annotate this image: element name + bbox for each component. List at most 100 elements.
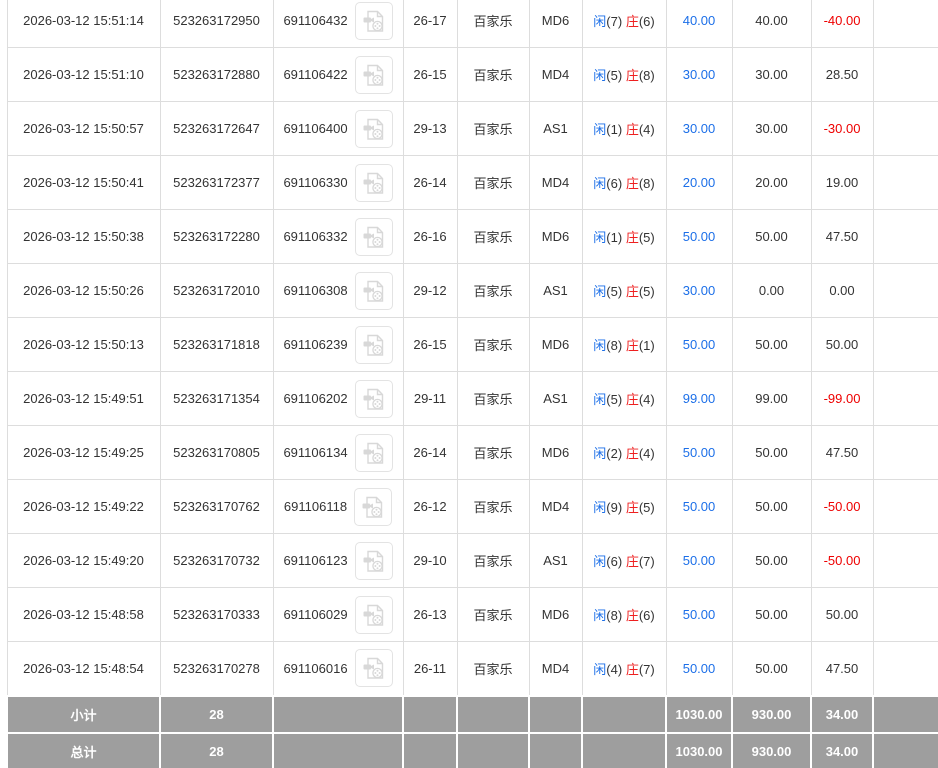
- table-row: 2026-03-12 15:49:20 523263170732 6911061…: [6, 533, 938, 588]
- banker-score: (7): [638, 661, 655, 677]
- valid-bet-cell[interactable]: 50.00: [665, 425, 733, 480]
- video-replay-button[interactable]: [354, 325, 393, 364]
- order-number-cell: 523263172377: [159, 155, 274, 210]
- video-replay-button[interactable]: [354, 271, 393, 310]
- round-cell: 26-17: [402, 0, 458, 48]
- video-replay-button[interactable]: [354, 649, 393, 688]
- valid-bet-cell[interactable]: 30.00: [665, 47, 733, 102]
- bet-time-cell: 2026-03-12 15:49:20: [6, 533, 161, 588]
- blank-cell: [872, 263, 938, 318]
- table-row: 2026-03-12 15:50:57 523263172647 6911064…: [6, 101, 938, 156]
- game-number: 691106118: [283, 499, 348, 514]
- player-label: 闲: [593, 338, 607, 353]
- player-score: (8): [606, 608, 623, 623]
- valid-bet-cell[interactable]: 30.00: [665, 101, 733, 156]
- win-loss-cell: -40.00: [810, 0, 874, 48]
- game-number: 691106332: [283, 229, 348, 244]
- result-cell: 闲(6) 庄(8): [581, 155, 667, 210]
- result-cell: 闲(8) 庄(1): [581, 317, 667, 372]
- video-record-icon: [360, 494, 386, 520]
- bet-amount-cell: 50.00: [731, 533, 812, 588]
- game-type-cell: 百家乐: [456, 209, 530, 264]
- bet-amount-cell: 50.00: [731, 317, 812, 372]
- valid-bet-cell[interactable]: 50.00: [665, 641, 733, 696]
- table-row: 2026-03-12 15:49:22 523263170762 6911061…: [6, 479, 938, 534]
- valid-bet-cell[interactable]: 30.00: [665, 263, 733, 318]
- video-replay-button[interactable]: [354, 163, 393, 202]
- blank-cell: [872, 101, 938, 156]
- table-row: 2026-03-12 15:50:13 523263171818 6911062…: [6, 317, 938, 372]
- bet-amount-cell: 30.00: [731, 47, 812, 102]
- video-replay-button[interactable]: [354, 433, 393, 472]
- game-type-cell: 百家乐: [456, 479, 530, 534]
- win-loss-cell: -50.00: [810, 479, 874, 534]
- bet-amount-cell: 20.00: [731, 155, 812, 210]
- game-number-cell: 691106202: [272, 371, 404, 426]
- win-loss-cell: 47.50: [810, 209, 874, 264]
- result-cell: 闲(1) 庄(4): [581, 101, 667, 156]
- game-type-cell: 百家乐: [456, 533, 530, 588]
- game-number-cell: 691106118: [272, 479, 404, 534]
- banker-score: (5): [638, 284, 655, 299]
- player-label: 闲: [593, 661, 607, 677]
- banker-score: (5): [638, 500, 655, 515]
- banker-label: 庄: [625, 338, 639, 353]
- valid-bet-cell[interactable]: 50.00: [665, 479, 733, 534]
- player-label: 闲: [593, 608, 607, 623]
- summary-win-loss: 34.00: [810, 731, 874, 768]
- video-replay-button[interactable]: [354, 487, 393, 526]
- table-body: 2026-03-12 15:51:14 523263172950 6911064…: [6, 0, 938, 696]
- round-cell: 26-16: [402, 209, 458, 264]
- bet-time-cell: 2026-03-12 15:50:38: [6, 209, 161, 264]
- video-replay-button[interactable]: [354, 1, 393, 40]
- player-label: 闲: [593, 284, 607, 299]
- player-score: (5): [606, 284, 623, 299]
- records-table-viewport: 2026-03-12 15:51:14 523263172950 6911064…: [0, 0, 938, 768]
- valid-bet-cell[interactable]: 20.00: [665, 155, 733, 210]
- summary-row: 小计 28 1030.00 930.00 34.00: [6, 694, 938, 734]
- video-replay-button[interactable]: [354, 379, 393, 418]
- result-cell: 闲(5) 庄(4): [581, 371, 667, 426]
- result-cell: 闲(9) 庄(5): [581, 479, 667, 534]
- valid-bet-cell[interactable]: 50.00: [665, 209, 733, 264]
- valid-bet-cell[interactable]: 40.00: [665, 0, 733, 48]
- valid-bet-cell[interactable]: 99.00: [665, 371, 733, 426]
- game-type-cell: 百家乐: [456, 425, 530, 480]
- summary-win-loss: 34.00: [810, 694, 874, 734]
- win-loss-cell: 50.00: [810, 317, 874, 372]
- player-label: 闲: [593, 176, 607, 191]
- bet-amount-cell: 50.00: [731, 587, 812, 642]
- game-type-cell: 百家乐: [456, 0, 530, 48]
- video-replay-button[interactable]: [354, 217, 393, 256]
- valid-bet-cell[interactable]: 50.00: [665, 587, 733, 642]
- banker-label: 庄: [625, 230, 639, 245]
- bet-time-cell: 2026-03-12 15:50:26: [6, 263, 161, 318]
- player-label: 闲: [593, 392, 607, 407]
- player-score: (5): [606, 68, 623, 83]
- summary-label: 总计: [6, 731, 161, 768]
- table-row: 2026-03-12 15:51:10 523263172880 6911064…: [6, 47, 938, 102]
- valid-bet-cell[interactable]: 50.00: [665, 317, 733, 372]
- table-code-cell: MD6: [528, 587, 583, 642]
- table-code-cell: MD4: [528, 479, 583, 534]
- order-number-cell: 523263170333: [159, 587, 274, 642]
- blank-cell: [872, 317, 938, 372]
- game-number-cell: 691106332: [272, 209, 404, 264]
- bet-amount-cell: 50.00: [731, 209, 812, 264]
- video-replay-button[interactable]: [354, 55, 393, 94]
- table-code-cell: AS1: [528, 101, 583, 156]
- game-type-cell: 百家乐: [456, 263, 530, 318]
- video-record-icon: [361, 278, 387, 304]
- video-replay-button[interactable]: [354, 595, 393, 634]
- player-label: 闲: [593, 122, 607, 137]
- banker-label: 庄: [625, 446, 639, 461]
- result-cell: 闲(2) 庄(4): [581, 425, 667, 480]
- game-number: 691106029: [283, 607, 348, 622]
- video-replay-button[interactable]: [354, 541, 393, 580]
- win-loss-cell: 19.00: [810, 155, 874, 210]
- valid-bet-cell[interactable]: 50.00: [665, 533, 733, 588]
- table-code-cell: MD6: [528, 0, 583, 48]
- banker-label: 庄: [625, 284, 639, 299]
- video-replay-button[interactable]: [354, 109, 393, 148]
- blank-cell: [872, 425, 938, 480]
